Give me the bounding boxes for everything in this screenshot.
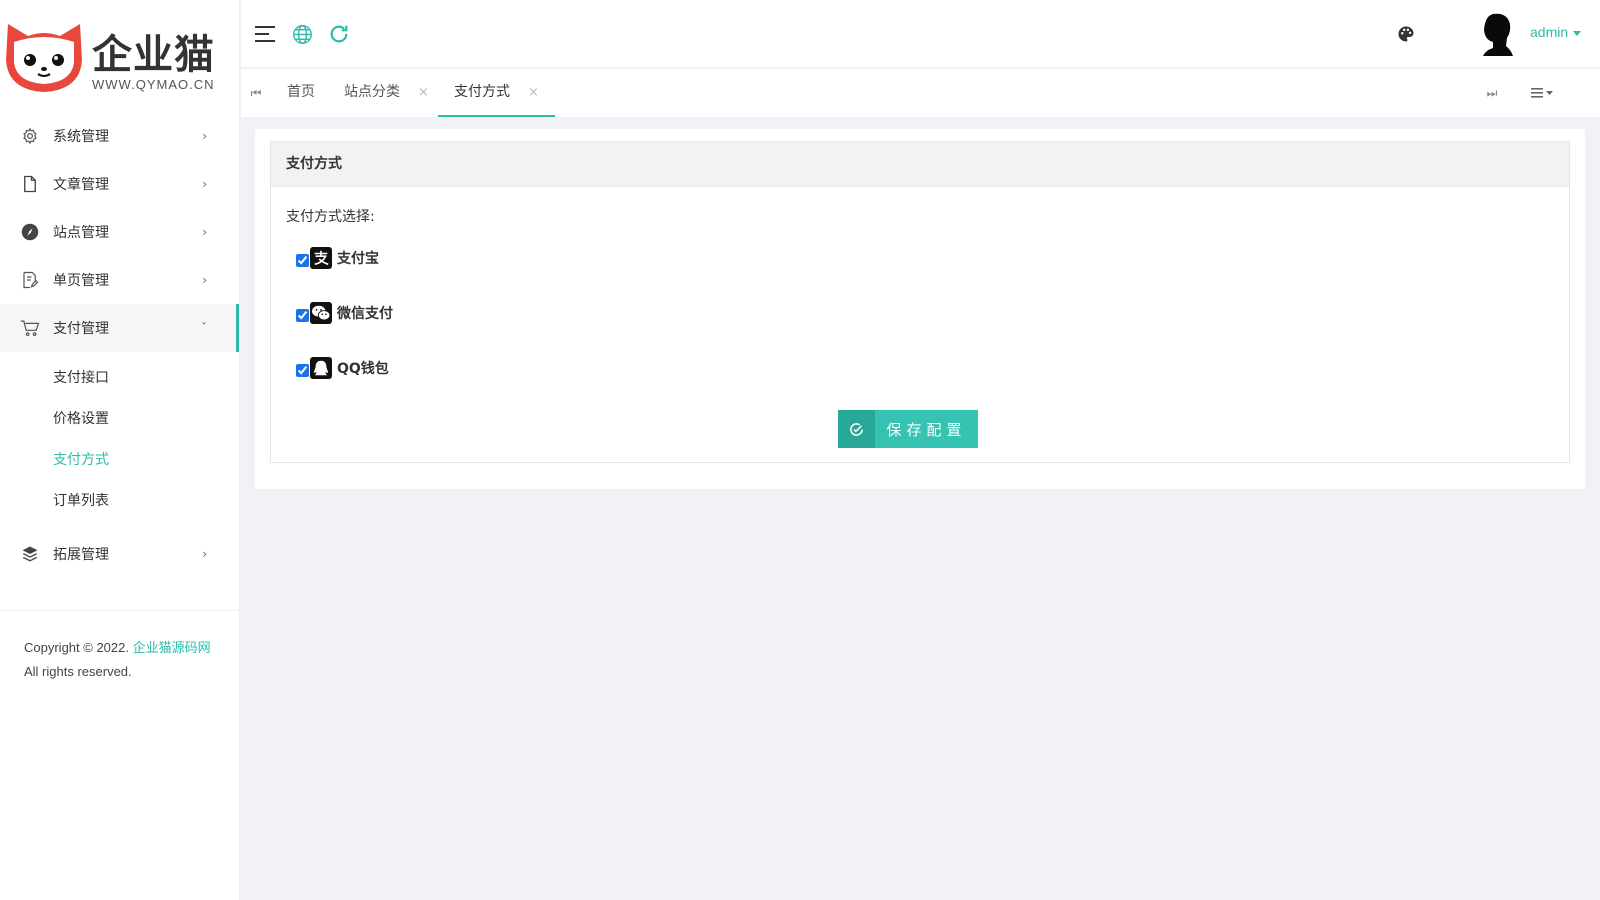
copyright-text: Copyright © 2022. bbox=[24, 640, 129, 655]
chevron-right-icon: › bbox=[202, 177, 207, 191]
sidebar-item-articles[interactable]: 文章管理 › bbox=[0, 160, 239, 208]
user-menu[interactable]: admin bbox=[1530, 24, 1582, 40]
cat-logo-icon bbox=[6, 24, 82, 92]
brand-url: WWW.QYMAO.CN bbox=[92, 77, 215, 92]
sidebar-item-sites[interactable]: 站点管理 › bbox=[0, 208, 239, 256]
document-icon bbox=[20, 174, 40, 194]
submenu-item-payment-methods[interactable]: 支付方式 bbox=[0, 440, 239, 481]
sidebar-item-label: 文章管理 bbox=[53, 177, 109, 193]
pay-option-label: 支付宝 bbox=[337, 251, 379, 267]
logo[interactable]: 企业猫 WWW.QYMAO.CN bbox=[0, 0, 239, 112]
alipay-icon bbox=[310, 247, 332, 269]
sidebar: 企业猫 WWW.QYMAO.CN 系统管理 › 文章管理 › 站点管理 › 单页… bbox=[0, 0, 240, 900]
chevron-right-icon: › bbox=[202, 547, 207, 561]
avatar[interactable] bbox=[1473, 10, 1521, 58]
submenu-item-payment-api[interactable]: 支付接口 bbox=[0, 358, 239, 399]
top-header: admin bbox=[241, 0, 1600, 68]
alipay-option[interactable]: 支付宝 bbox=[296, 246, 379, 270]
wechat-pay-option[interactable]: 微信支付 bbox=[296, 301, 393, 325]
wechat-pay-checkbox[interactable] bbox=[296, 308, 309, 322]
page-edit-icon bbox=[20, 270, 40, 290]
skip-back-icon: ⏮ bbox=[250, 85, 262, 100]
tab-options-button[interactable] bbox=[1526, 69, 1560, 117]
pay-option-label: 微信支付 bbox=[337, 306, 393, 322]
field-label: 支付方式选择: bbox=[286, 209, 375, 225]
theme-button[interactable] bbox=[1394, 22, 1418, 46]
tab-label: 支付方式 bbox=[454, 84, 510, 100]
rights-text: All rights reserved. bbox=[24, 664, 132, 679]
panel-title: 支付方式 bbox=[271, 142, 1569, 187]
cart-icon bbox=[20, 318, 40, 338]
sidebar-footer: Copyright © 2022. 企业猫源码网 All rights rese… bbox=[0, 610, 239, 684]
tab-scroll-right-button[interactable]: ⏭ bbox=[1477, 69, 1507, 117]
wechat-icon bbox=[310, 302, 332, 324]
site-home-button[interactable] bbox=[290, 22, 314, 46]
close-icon[interactable]: × bbox=[418, 85, 429, 100]
tab-label: 站点分类 bbox=[344, 84, 400, 100]
layers-icon bbox=[20, 544, 40, 564]
menu-toggle-button[interactable] bbox=[253, 22, 277, 46]
tab-bar: ⏮ 首页 站点分类 × 支付方式 × ⏭ bbox=[241, 69, 1600, 117]
sidebar-item-system[interactable]: 系统管理 › bbox=[0, 112, 239, 160]
sidebar-item-label: 系统管理 bbox=[53, 129, 109, 145]
tab-home[interactable]: 首页 bbox=[287, 69, 315, 117]
save-config-button[interactable]: 保存配置 bbox=[838, 410, 978, 448]
hamburger-icon bbox=[255, 26, 275, 42]
tab-site-category[interactable]: 站点分类 × bbox=[344, 69, 429, 117]
sidebar-item-label: 支付管理 bbox=[53, 321, 109, 337]
content-area: 支付方式 支付方式选择: 支付宝 微信支付 QQ钱包 保存配置 bbox=[255, 129, 1585, 489]
save-button-label: 保存配置 bbox=[886, 420, 967, 439]
brand-name: 企业猫 bbox=[92, 32, 215, 78]
sidebar-item-pages[interactable]: 单页管理 › bbox=[0, 256, 239, 304]
sidebar-menu-bottom: 拓展管理 › bbox=[0, 530, 239, 578]
sidebar-item-label: 站点管理 bbox=[53, 225, 109, 241]
sidebar-item-label: 单页管理 bbox=[53, 273, 109, 289]
sidebar-item-payment[interactable]: 支付管理 ˇ bbox=[0, 304, 239, 352]
gear-icon bbox=[20, 126, 40, 146]
qq-icon bbox=[310, 357, 332, 379]
skip-forward-icon: ⏭ bbox=[1486, 85, 1498, 100]
tab-label: 首页 bbox=[287, 84, 315, 100]
footer-link[interactable]: 企业猫源码网 bbox=[133, 640, 211, 655]
sidebar-item-extensions[interactable]: 拓展管理 › bbox=[0, 530, 239, 578]
sidebar-menu: 系统管理 › 文章管理 › 站点管理 › 单页管理 › 支付管理 ˇ bbox=[0, 112, 239, 352]
list-menu-icon bbox=[1531, 88, 1553, 98]
chevron-right-icon: › bbox=[202, 129, 207, 143]
submenu-item-order-list[interactable]: 订单列表 bbox=[0, 481, 239, 522]
check-circle-icon bbox=[838, 410, 875, 448]
chevron-down-icon: ˇ bbox=[201, 321, 207, 335]
compass-icon bbox=[20, 222, 40, 242]
close-icon[interactable]: × bbox=[528, 85, 539, 100]
globe-icon bbox=[292, 24, 312, 44]
caret-down-icon bbox=[1573, 30, 1582, 36]
chevron-right-icon: › bbox=[202, 273, 207, 287]
qq-wallet-checkbox[interactable] bbox=[296, 363, 309, 377]
refresh-button[interactable] bbox=[327, 22, 351, 46]
qq-wallet-option[interactable]: QQ钱包 bbox=[296, 356, 389, 380]
pay-option-label: QQ钱包 bbox=[337, 361, 389, 377]
alipay-checkbox[interactable] bbox=[296, 253, 309, 267]
submenu-item-price-settings[interactable]: 价格设置 bbox=[0, 399, 239, 440]
chevron-right-icon: › bbox=[202, 225, 207, 239]
payment-methods-panel: 支付方式 支付方式选择: 支付宝 微信支付 QQ钱包 保存配置 bbox=[270, 141, 1570, 463]
payment-submenu: 支付接口 价格设置 支付方式 订单列表 bbox=[0, 352, 239, 530]
tab-payment-methods[interactable]: 支付方式 × bbox=[438, 69, 555, 117]
tab-scroll-left-button[interactable]: ⏮ bbox=[241, 69, 271, 117]
username: admin bbox=[1530, 24, 1569, 40]
refresh-icon bbox=[330, 25, 348, 43]
palette-icon bbox=[1398, 26, 1414, 42]
sidebar-item-label: 拓展管理 bbox=[53, 547, 109, 563]
